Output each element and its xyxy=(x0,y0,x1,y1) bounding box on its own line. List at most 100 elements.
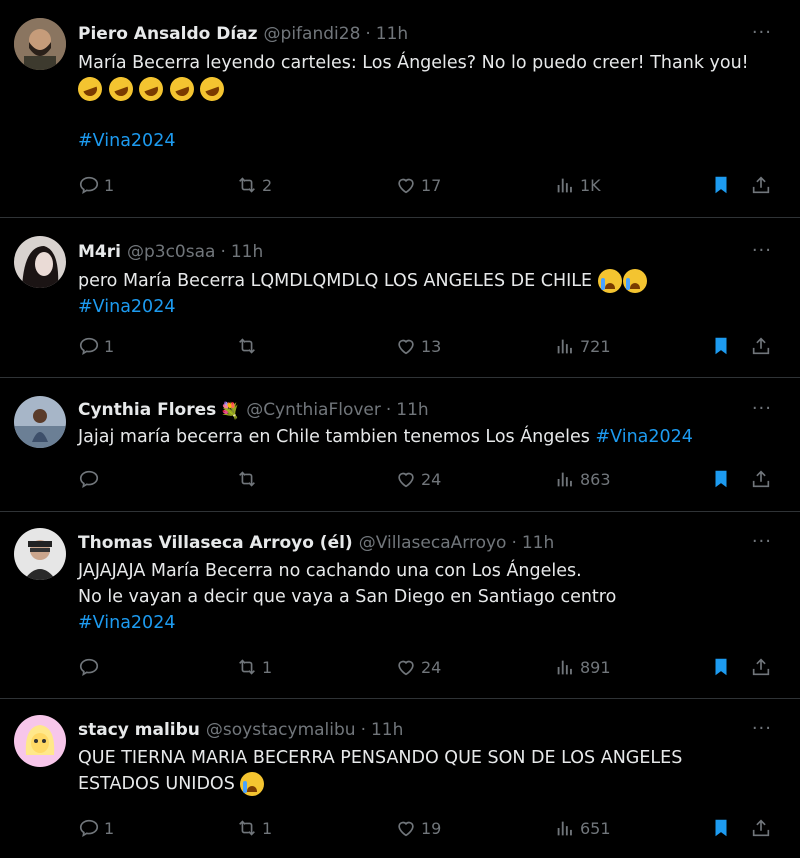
separator-dot: · xyxy=(385,400,392,420)
retweet-count: 1 xyxy=(262,818,273,838)
avatar[interactable] xyxy=(14,528,66,580)
author-handle[interactable]: @VillasecaArroyo xyxy=(359,533,507,553)
share-button[interactable] xyxy=(750,817,772,839)
retweet-icon xyxy=(239,820,255,836)
bookmark-button[interactable] xyxy=(710,335,732,357)
author-handle[interactable]: @soystacymalibu xyxy=(206,720,356,740)
views-count: 651 xyxy=(580,818,611,838)
tweet[interactable]: stacy malibu @soystacymalibu · 11h ··· Q… xyxy=(0,699,800,858)
more-options-icon[interactable]: ··· xyxy=(752,718,772,739)
reply-button[interactable] xyxy=(78,468,104,490)
retweet-button[interactable]: 2 xyxy=(236,174,272,196)
views-button[interactable]: 891 xyxy=(554,656,611,678)
timestamp[interactable]: 11h xyxy=(371,720,403,740)
retweet-button[interactable] xyxy=(236,335,262,357)
views-icon xyxy=(557,660,572,675)
author-name[interactable]: Piero Ansaldo Díaz xyxy=(78,24,258,44)
bookmark-icon xyxy=(715,819,727,837)
like-button[interactable]: 17 xyxy=(395,174,441,196)
bookmark-button[interactable] xyxy=(710,174,732,196)
more-options-icon[interactable]: ··· xyxy=(752,531,772,552)
share-button[interactable] xyxy=(750,335,772,357)
hashtag-link[interactable]: #Vina2024 xyxy=(78,128,780,154)
action-bar: 1 24 891 xyxy=(78,656,780,680)
avatar[interactable] xyxy=(14,396,66,448)
views-button[interactable]: 721 xyxy=(554,335,611,357)
retweet-count: 2 xyxy=(262,175,273,195)
share-icon xyxy=(752,819,770,837)
hashtag-link[interactable]: #Vina2024 xyxy=(78,610,780,636)
timestamp[interactable]: 11h xyxy=(231,242,263,262)
timestamp[interactable]: 11h xyxy=(522,533,554,553)
tweet[interactable]: Thomas Villaseca Arroyo (él) @VillasecaA… xyxy=(0,512,800,699)
reply-button[interactable]: 1 xyxy=(78,817,114,839)
reply-icon xyxy=(79,337,99,355)
author-handle[interactable]: @CynthiaFlover xyxy=(246,400,381,420)
tweet-text-content: Jajaj maría becerra en Chile tambien ten… xyxy=(78,427,590,447)
retweet-icon xyxy=(239,338,255,354)
retweet-button[interactable]: 1 xyxy=(236,817,272,839)
sob-emoji-icon xyxy=(240,772,265,796)
tweet-text: JAJAJAJA María Becerra no cachando una c… xyxy=(78,558,780,636)
author-name[interactable]: Thomas Villaseca Arroyo (él) xyxy=(78,533,353,553)
views-count: 863 xyxy=(580,469,611,489)
like-count: 24 xyxy=(421,657,442,677)
more-options-icon[interactable]: ··· xyxy=(752,22,772,43)
more-options-icon[interactable]: ··· xyxy=(752,398,772,419)
heart-icon xyxy=(398,178,414,194)
like-button[interactable]: 24 xyxy=(395,656,441,678)
bookmark-button[interactable] xyxy=(710,468,732,490)
author-handle[interactable]: @pifandi28 xyxy=(264,24,361,44)
tweet[interactable]: Cynthia Flores 💐 @CynthiaFlover · 11h ··… xyxy=(0,378,800,512)
like-button[interactable]: 24 xyxy=(395,468,441,490)
avatar[interactable] xyxy=(14,18,66,70)
tweet-header: M4ri @p3c0saa · 11h xyxy=(78,240,740,264)
hashtag-link[interactable]: #Vina2024 xyxy=(78,294,780,320)
retweet-button[interactable] xyxy=(236,468,262,490)
emoji-row xyxy=(74,73,780,105)
tweet[interactable]: Piero Ansaldo Díaz @pifandi28 · 11h ··· … xyxy=(0,0,800,218)
bouquet-emoji-icon: 💐 xyxy=(220,400,241,420)
action-bar: 1 1 19 651 xyxy=(78,817,780,841)
like-count: 24 xyxy=(421,469,442,489)
share-button[interactable] xyxy=(750,656,772,678)
author-name[interactable]: M4ri xyxy=(78,242,121,262)
views-button[interactable]: 1K xyxy=(554,174,601,196)
tweet-text-line: QUE TIERNA MARIA BECERRA PENSANDO QUE SO… xyxy=(78,748,683,768)
views-button[interactable]: 863 xyxy=(554,468,611,490)
avatar[interactable] xyxy=(14,715,66,767)
tweet-text-line: JAJAJAJA María Becerra no cachando una c… xyxy=(78,561,582,581)
bookmark-button[interactable] xyxy=(710,817,732,839)
tweet-text: pero María Becerra LQMDLQMDLQ LOS ANGELE… xyxy=(78,268,780,320)
views-icon xyxy=(557,339,572,354)
timestamp[interactable]: 11h xyxy=(396,400,428,420)
tweet[interactable]: M4ri @p3c0saa · 11h ··· pero María Becer… xyxy=(0,218,800,378)
avatar[interactable] xyxy=(14,236,66,288)
retweet-button[interactable]: 1 xyxy=(236,656,272,678)
like-count: 17 xyxy=(421,175,442,195)
share-button[interactable] xyxy=(750,468,772,490)
share-button[interactable] xyxy=(750,174,772,196)
reply-button[interactable] xyxy=(78,656,104,678)
bookmark-button[interactable] xyxy=(710,656,732,678)
hashtag-link[interactable]: #Vina2024 xyxy=(595,427,692,447)
tweet-header: Cynthia Flores 💐 @CynthiaFlover · 11h xyxy=(78,398,740,422)
timestamp[interactable]: 11h xyxy=(376,24,408,44)
views-icon xyxy=(557,821,572,836)
tweet-text: QUE TIERNA MARIA BECERRA PENSANDO QUE SO… xyxy=(78,745,780,797)
share-icon xyxy=(752,658,770,676)
author-name[interactable]: Cynthia Flores xyxy=(78,400,216,420)
reply-button[interactable]: 1 xyxy=(78,174,114,196)
like-button[interactable]: 19 xyxy=(395,817,441,839)
reply-button[interactable]: 1 xyxy=(78,335,114,357)
action-bar: 1 2 17 1K xyxy=(78,174,780,198)
author-handle[interactable]: @p3c0saa xyxy=(127,242,215,262)
tweet-text-content: pero María Becerra LQMDLQMDLQ LOS ANGELE… xyxy=(78,271,593,291)
author-name[interactable]: stacy malibu xyxy=(78,720,200,740)
views-count: 1K xyxy=(580,175,601,195)
retweet-icon xyxy=(239,177,255,193)
like-button[interactable]: 13 xyxy=(395,335,441,357)
more-options-icon[interactable]: ··· xyxy=(752,240,772,261)
views-button[interactable]: 651 xyxy=(554,817,611,839)
heart-icon xyxy=(398,821,414,837)
